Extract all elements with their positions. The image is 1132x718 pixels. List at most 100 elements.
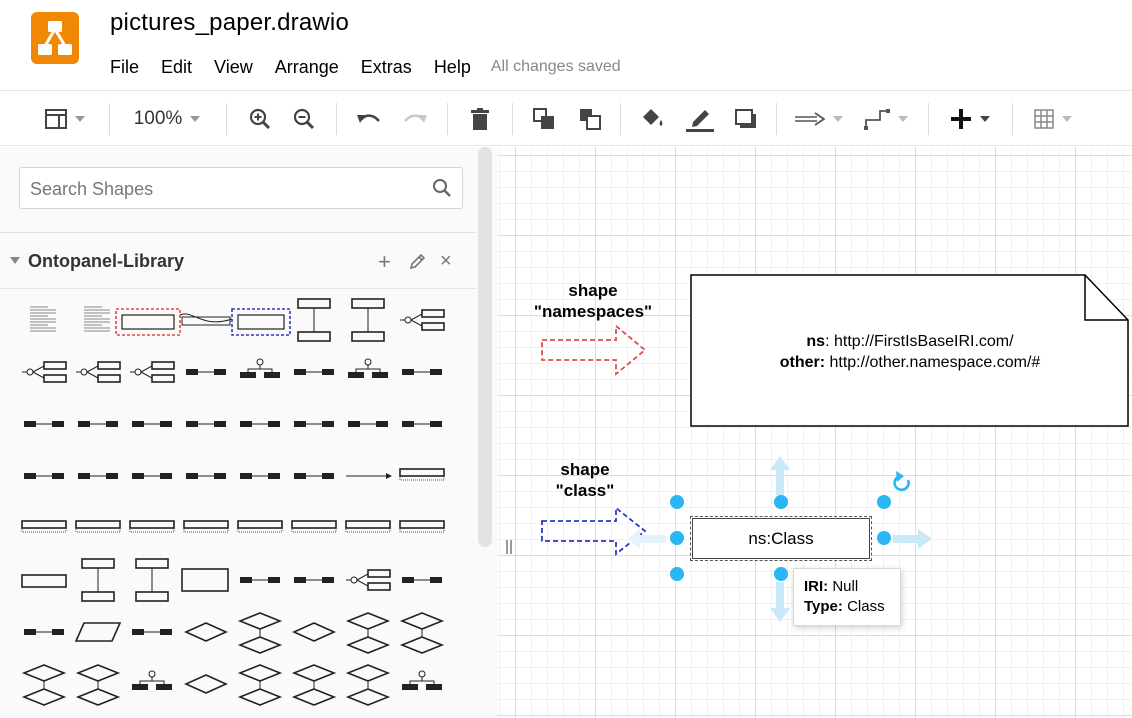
- library-shape[interactable]: [184, 674, 228, 694]
- library-shape[interactable]: [186, 369, 226, 375]
- library-shape[interactable]: [402, 369, 442, 375]
- delete-button[interactable]: [464, 91, 496, 147]
- library-shape[interactable]: [294, 421, 334, 427]
- menu-arrange[interactable]: Arrange: [275, 57, 339, 78]
- library-shape[interactable]: [237, 664, 283, 706]
- menu-edit[interactable]: Edit: [161, 57, 192, 78]
- library-shape[interactable]: [184, 622, 228, 642]
- zoom-in-button[interactable]: [244, 91, 276, 147]
- library-shape[interactable]: [240, 577, 280, 583]
- library-shape[interactable]: [399, 612, 445, 654]
- resize-handle-e[interactable]: [877, 531, 891, 545]
- library-shape[interactable]: [76, 361, 121, 383]
- library-shape[interactable]: [351, 298, 385, 342]
- library-shape[interactable]: [186, 473, 226, 479]
- library-shape[interactable]: [132, 421, 172, 427]
- to-back-button[interactable]: [574, 91, 606, 147]
- library-shape[interactable]: [81, 558, 115, 602]
- library-shape[interactable]: [345, 520, 391, 533]
- library-shape[interactable]: [346, 473, 392, 479]
- library-shape[interactable]: [132, 629, 172, 635]
- library-shape[interactable]: [78, 473, 118, 479]
- library-shape[interactable]: [348, 358, 388, 378]
- zoom-out-button[interactable]: [288, 91, 320, 147]
- library-shape[interactable]: [294, 369, 334, 375]
- library-shape[interactable]: [402, 577, 442, 583]
- library-shape[interactable]: [231, 308, 291, 336]
- library-shape[interactable]: [186, 421, 226, 427]
- resize-handle-s[interactable]: [774, 567, 788, 581]
- library-shape[interactable]: [75, 664, 121, 706]
- resize-handle-sw[interactable]: [670, 567, 684, 581]
- splitter-handle[interactable]: [506, 540, 512, 554]
- library-shape[interactable]: [291, 664, 337, 706]
- insert-button[interactable]: [942, 91, 998, 147]
- library-shape[interactable]: [24, 421, 64, 427]
- library-shape[interactable]: [294, 473, 334, 479]
- format-panel-button[interactable]: [36, 91, 94, 147]
- resize-handle-n[interactable]: [774, 495, 788, 509]
- menu-view[interactable]: View: [214, 57, 253, 78]
- waypoints-button[interactable]: [858, 91, 914, 147]
- diagram-canvas[interactable]: [497, 147, 1132, 718]
- library-shape[interactable]: [75, 520, 121, 533]
- search-input[interactable]: [30, 177, 410, 201]
- class-shape[interactable]: ns:Class: [690, 516, 872, 561]
- chevron-down-icon[interactable]: [10, 257, 20, 264]
- library-shape[interactable]: [78, 421, 118, 427]
- menu-extras[interactable]: Extras: [361, 57, 412, 78]
- library-shape[interactable]: [129, 520, 175, 533]
- pencil-icon[interactable]: [409, 252, 427, 270]
- sidebar-scrollbar[interactable]: [478, 147, 492, 547]
- library-shape[interactable]: [297, 298, 331, 342]
- library-add-button[interactable]: +: [378, 249, 391, 275]
- resize-handle-ne[interactable]: [877, 495, 891, 509]
- library-shape[interactable]: [84, 306, 110, 332]
- library-shape[interactable]: [179, 313, 233, 326]
- library-shape[interactable]: [345, 664, 391, 706]
- library-shape[interactable]: [294, 577, 334, 583]
- library-shape[interactable]: [237, 520, 283, 533]
- library-shape[interactable]: [21, 664, 67, 706]
- menu-help[interactable]: Help: [434, 57, 471, 78]
- library-shape[interactable]: [402, 670, 442, 690]
- library-shape[interactable]: [132, 670, 172, 690]
- resize-handle-nw[interactable]: [670, 495, 684, 509]
- library-shape[interactable]: [291, 520, 337, 533]
- search-icon[interactable]: [432, 178, 452, 198]
- undo-button[interactable]: [352, 91, 386, 147]
- connection-button[interactable]: [790, 91, 848, 147]
- fill-color-button[interactable]: [636, 91, 668, 147]
- document-title[interactable]: pictures_paper.drawio: [110, 9, 349, 37]
- library-title[interactable]: Ontopanel-Library: [28, 251, 184, 272]
- library-shape[interactable]: [135, 558, 169, 602]
- redo-button[interactable]: [398, 91, 432, 147]
- library-shape[interactable]: [130, 361, 175, 383]
- library-shape[interactable]: [21, 520, 67, 533]
- library-shape[interactable]: [346, 569, 391, 591]
- zoom-dropdown[interactable]: 100%: [122, 91, 212, 147]
- library-shape[interactable]: [30, 306, 56, 332]
- library-shape[interactable]: [240, 473, 280, 479]
- library-shape[interactable]: [402, 421, 442, 427]
- shadow-button[interactable]: [730, 91, 762, 147]
- library-header[interactable]: Ontopanel-Library + ×: [0, 246, 476, 278]
- library-shape[interactable]: [22, 361, 67, 383]
- library-shape[interactable]: [348, 421, 388, 427]
- library-shape[interactable]: [24, 473, 64, 479]
- library-shape[interactable]: [240, 358, 280, 378]
- library-shape[interactable]: [400, 309, 445, 331]
- library-shape[interactable]: [183, 520, 229, 533]
- library-shape[interactable]: [132, 473, 172, 479]
- library-shape[interactable]: [292, 622, 336, 642]
- library-shape[interactable]: [399, 468, 445, 481]
- table-button[interactable]: [1026, 91, 1080, 147]
- library-close-button[interactable]: ×: [440, 250, 452, 273]
- menu-file[interactable]: File: [110, 57, 139, 78]
- to-front-button[interactable]: [528, 91, 560, 147]
- line-color-button[interactable]: [682, 91, 718, 147]
- resize-handle-w[interactable]: [670, 531, 684, 545]
- library-shape[interactable]: [115, 308, 181, 336]
- library-shape[interactable]: [181, 568, 229, 592]
- library-shape[interactable]: [21, 574, 67, 588]
